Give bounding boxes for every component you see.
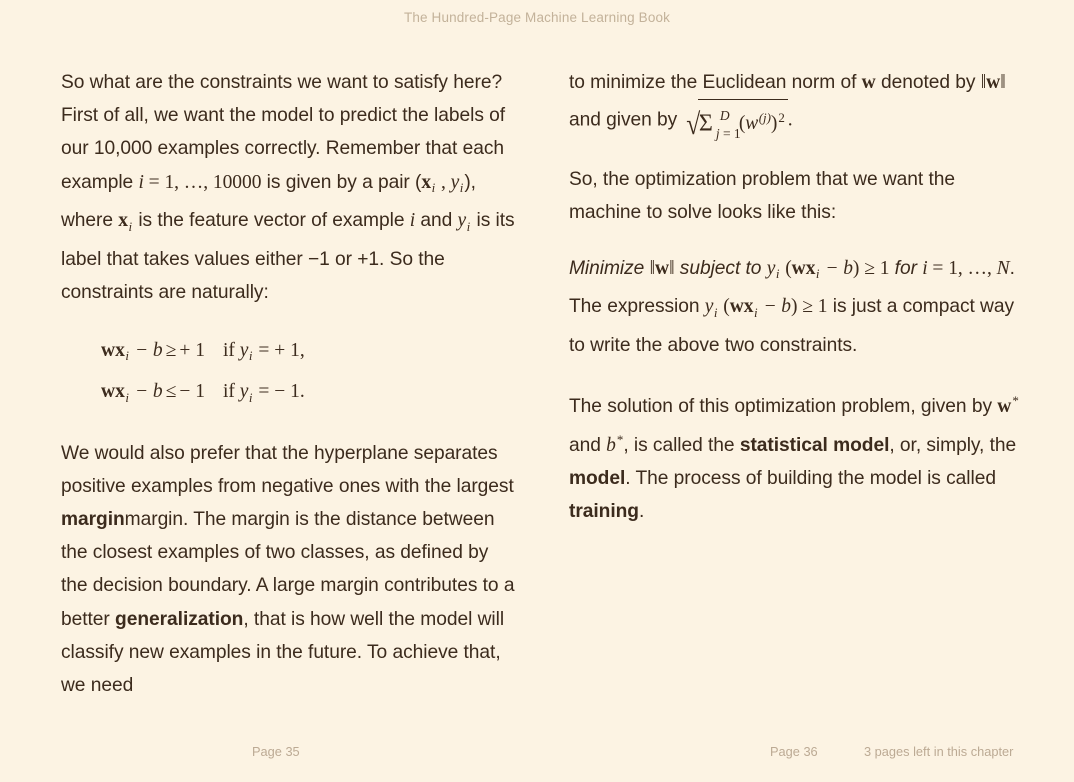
footer-chapter-progress: 3 pages left in this chapter [864,744,1014,759]
page-footer: Page 35 Page 36 3 pages left in this cha… [0,738,1074,782]
rp4-part5: . The process of building the model is c… [625,468,996,490]
constraint-equations: wxi − b ≥ + 1 if yi = + 1, wxi − b ≤ − 1 if yi… [61,332,516,415]
equation-row-1: wxi − b ≥ + 1 if yi = + 1, [101,332,516,374]
term-model: model [569,468,626,490]
lp1-comma: , [436,171,451,193]
ebook-page: The Hundred-Page Machine Learning Book S… [0,0,1074,782]
rp3-one: 1 [879,257,890,279]
rp3-for: for [889,257,923,279]
eq2-vec: wx [101,381,125,403]
rp4-part2: and [569,434,607,456]
rp3-relation-2: ≥ [797,296,818,318]
eq2-minus-b: − b [129,381,163,403]
rp3-relation: ≥ [859,257,880,279]
rp4-star-1: * [1012,393,1019,409]
footer-page-number-left: Page 35 [252,744,300,759]
rp1-norm-var: w [986,72,1001,93]
square-root-expression: √Σ Dj = 1 (w(j))2 [685,99,788,141]
eq2-relation: ≤ [165,381,177,403]
rp4-part1: The solution of this optimization proble… [569,395,998,417]
rp3-vec-wx-2: wx [729,296,754,318]
lp1-part5: and [415,210,458,232]
rp4-part6: . [638,501,645,523]
rp4-var-b-star: b [606,434,616,456]
rp3-open-paren: ( [780,257,792,279]
eq1-cond-eq: = [253,339,275,361]
lp1-range: 1, …, 10000 [164,171,262,193]
rp3-vec-wx: wx [791,257,816,279]
right-paragraph-4: The solution of this optimization proble… [569,384,1024,528]
right-paragraph-3-optimization-statement: Minimize ‖w‖ subject to yi (wxi − b) ≥ 1… [569,252,1024,363]
right-paragraph-1: to minimize the Euclidean norm of w deno… [569,66,1024,141]
rp1-part2: denoted by [875,72,981,93]
eq2-value: − 1 [179,381,205,403]
rp3-index-N: N [996,257,1010,279]
lp1-vec-x: x [421,171,432,193]
lp1-part2: is given by a pair ( [261,171,422,193]
equation-row-2: wxi − b ≤ − 1 if yi = − 1. [101,373,516,415]
rp3-index-range: 1, …, [948,257,997,279]
rp3-minus-b-2: − b [758,296,791,318]
two-column-body: So what are the constraints we want to s… [0,66,1074,706]
radicand: ΣDj = 1 (w(j))2 [697,99,788,141]
rp3-open-paren-2: ( [718,296,730,318]
eq1-relation: ≥ [165,339,177,361]
rp1-norm-close: ‖ [1000,72,1006,93]
rp1-vec-w: w [861,72,876,93]
rp3-norm-var: w [655,257,670,279]
rp4-vec-w-star: w [997,395,1012,417]
term-margin: margin [61,509,125,531]
rp3-subject-to: subject to [674,257,767,279]
sum-lower-limit: j = 1 [716,117,741,150]
lp1-var-y-2: y [457,210,467,232]
summation: ΣDj = 1 [698,107,741,141]
rp4-part3: , is called the [623,434,740,456]
eq1-value: + 1 [179,339,205,361]
eq2-if: if [222,381,240,403]
radical-sign: √ [685,107,700,141]
eq1-cond-value: + 1, [274,339,305,361]
eq1-if: if [222,339,240,361]
rp1-period: . [787,109,793,131]
radicand-superscript: (j) [758,110,771,126]
left-column: So what are the constraints we want to s… [61,66,516,706]
left-paragraph-1: So what are the constraints we want to s… [61,66,516,310]
footer-page-number-right: Page 36 [770,744,818,759]
rp3-minimize: Minimize [569,257,650,279]
right-paragraph-2: So, the optimization problem that we wan… [569,169,955,224]
eq2-cond-eq: = [253,381,275,403]
rp3-minus-b: − b [820,257,853,279]
rp4-part4: , or, simply, the [889,434,1017,456]
radicand-var: w [745,112,759,134]
lp2-part1: We would also prefer that the hyperplane… [61,442,514,497]
rp3-index-eq: = [927,257,949,279]
lp1-part4: is the feature vector of example [133,210,410,232]
sum-lower-val: 1 [733,125,741,141]
radicand-power: 2 [778,110,785,126]
eq1-vec: wx [101,339,125,361]
running-header-title: The Hundred-Page Machine Learning Book [403,10,671,25]
sigma-icon: Σ [698,110,713,137]
lp1-var-y: y [450,171,460,193]
eq1-minus-b: − b [129,339,163,361]
term-generalization: generalization [115,608,244,630]
rp1-part3: and given by [569,109,683,131]
rp3-one-2: 1 [817,296,828,318]
right-column: to minimize the Euclidean norm of w deno… [569,66,1024,706]
rp1-part1: to minimize the Euclidean norm of [569,72,862,93]
left-paragraph-2: We would also prefer that the hyperplane… [61,437,516,703]
sum-lower-eq: = [719,125,734,141]
eq2-cond-value: − 1. [274,381,305,403]
term-statistical-model: statistical model [739,434,890,456]
term-training: training [569,501,639,523]
lp1-vec-x-2: x [118,210,128,232]
lp1-eq-sign: = [143,171,165,193]
